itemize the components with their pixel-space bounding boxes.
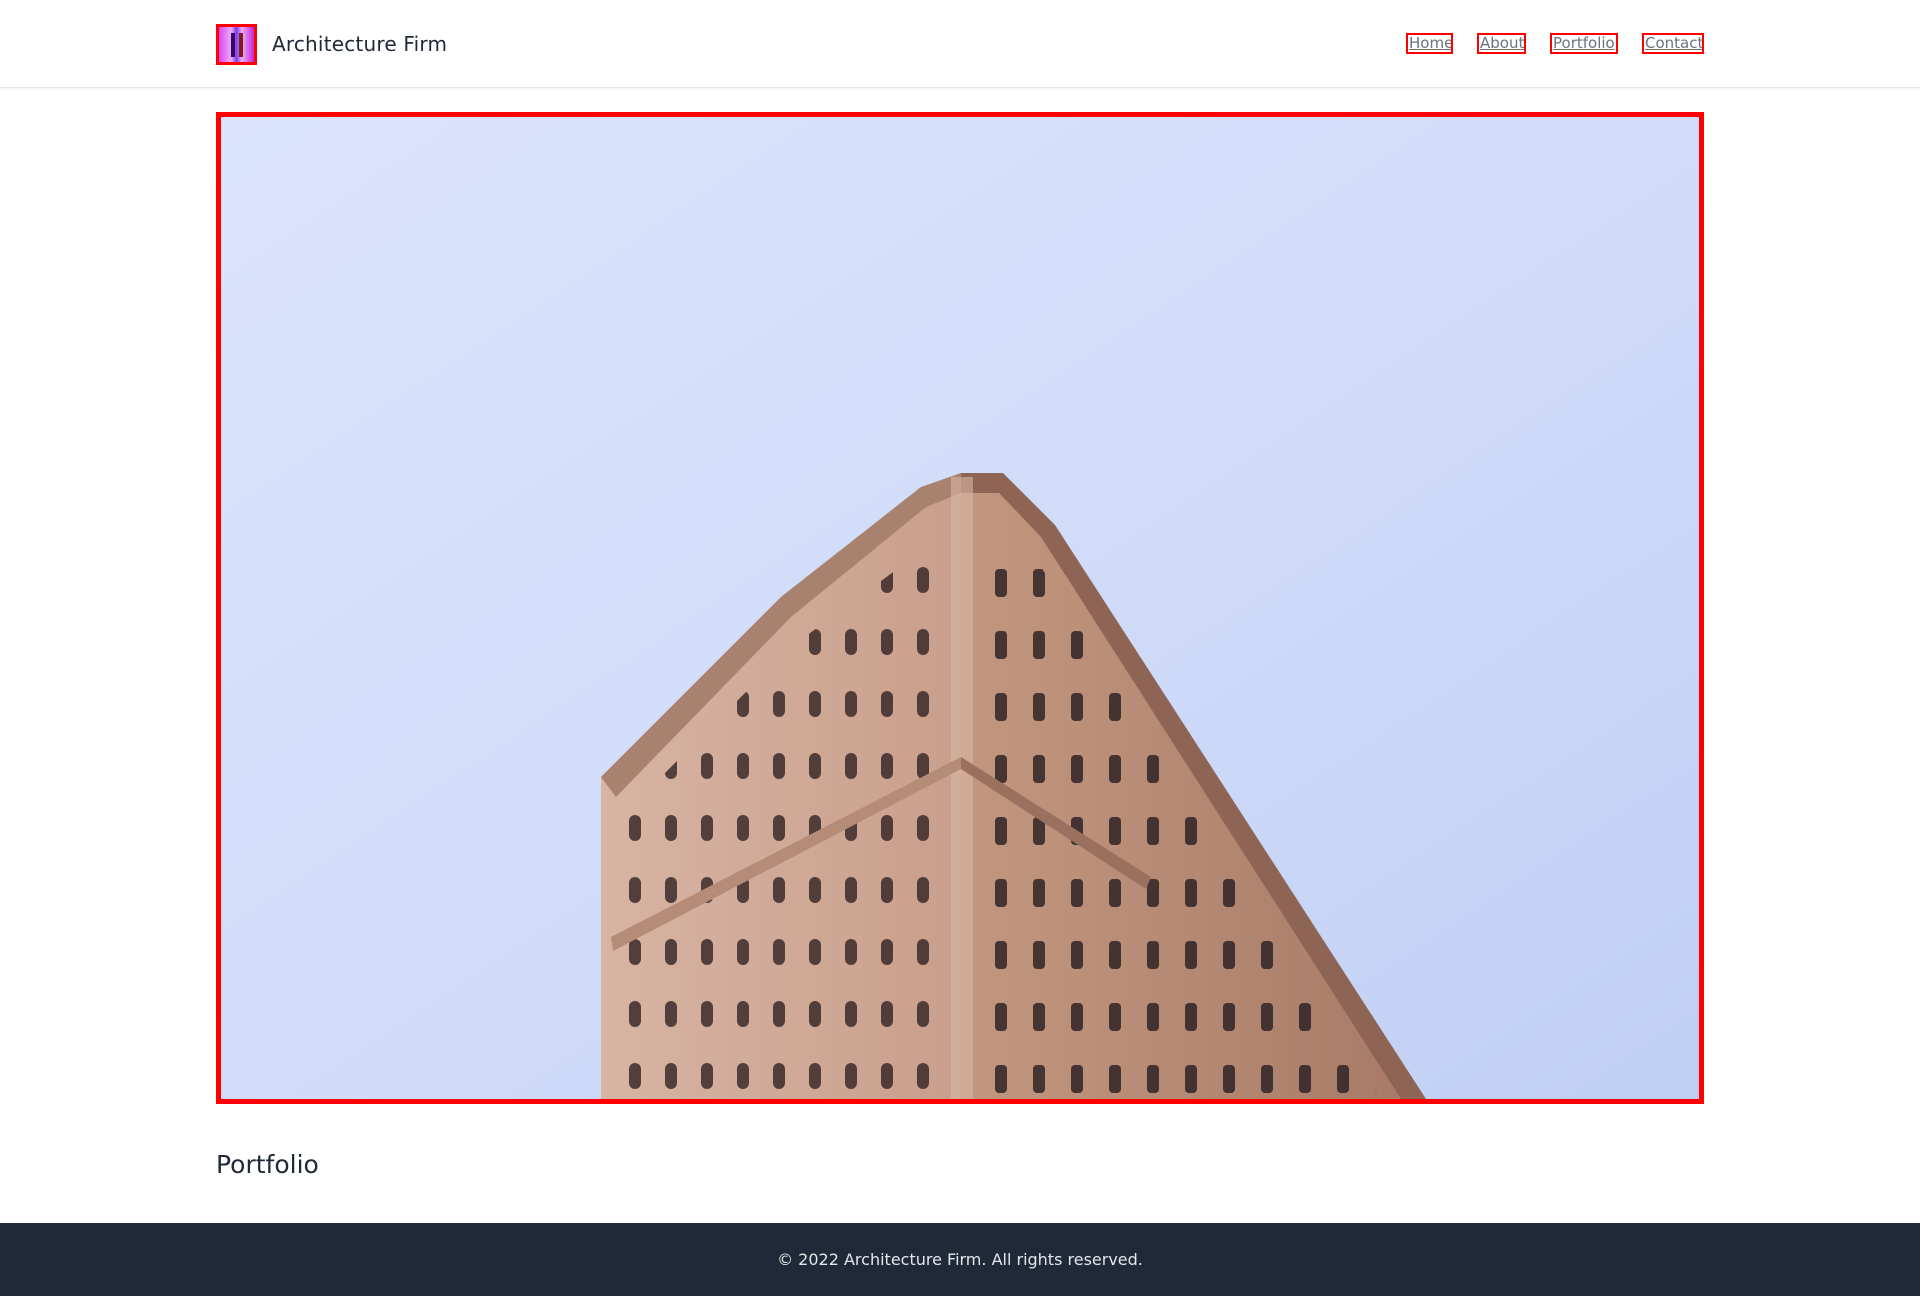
main-nav: Home About Portfolio Contact (1406, 33, 1704, 54)
flatiron-building-illustration (221, 117, 1699, 1099)
hero-image (216, 112, 1704, 1104)
nav-link-about[interactable]: About (1477, 33, 1526, 54)
site-header: Architecture Firm Home About Portfolio C… (0, 0, 1920, 88)
copyright-text: © 2022 Architecture Firm. All rights res… (777, 1250, 1143, 1269)
nav-link-portfolio[interactable]: Portfolio (1550, 33, 1618, 54)
nav-link-home[interactable]: Home (1406, 33, 1453, 54)
brand-name[interactable]: Architecture Firm (272, 32, 447, 56)
portfolio-heading: Portfolio (216, 1150, 319, 1179)
site-footer: © 2022 Architecture Firm. All rights res… (0, 1223, 1920, 1296)
brand[interactable]: Architecture Firm (216, 23, 447, 65)
building-logo-icon[interactable] (216, 23, 257, 65)
nav-link-contact[interactable]: Contact (1642, 33, 1704, 54)
